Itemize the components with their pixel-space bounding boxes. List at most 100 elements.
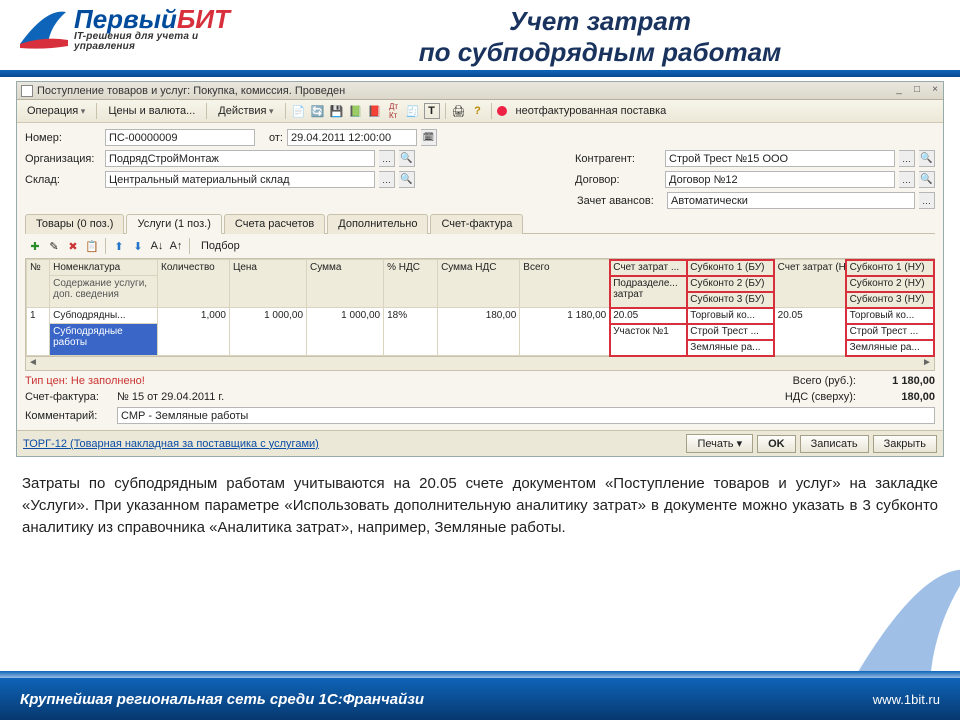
services-grid[interactable]: № Номенклатура Количество Цена Сумма % Н… [25,258,935,357]
total-value: 1 180,00 [859,375,935,387]
selected-cell[interactable]: Субподрядные работы [50,324,158,356]
date-input[interactable]: 29.04.2011 12:00:00 [287,129,417,146]
window-titlebar: Поступление товаров и услуг: Покупка, ко… [17,82,943,100]
operation-menu[interactable]: Операция [21,103,91,119]
footer-url: www.1bit.ru [873,692,940,707]
tab-additional[interactable]: Дополнительно [327,214,428,234]
total-label: Всего (руб.): [793,375,856,387]
org-lookup-icon[interactable]: 🔍 [399,150,415,167]
tool-icon-dkkt[interactable]: ДтКт [386,103,402,119]
col-sub-bu3[interactable]: Субконто 3 (БУ) [687,292,774,308]
col-nomen[interactable]: Номенклатура [50,260,158,276]
tool-icon-2[interactable]: 🔄 [310,103,326,119]
counterparty-select-button[interactable]: … [899,150,915,167]
tool-icon-t[interactable]: T [424,103,440,119]
tool-icon-print[interactable]: 🖨 [451,103,467,119]
save-button[interactable]: Записать [800,435,869,453]
advances-input[interactable]: Автоматически [667,192,915,209]
help-icon[interactable]: ? [470,103,486,119]
move-down-icon[interactable]: ⬇ [130,238,146,254]
maximize-button[interactable]: □ [909,84,925,98]
warehouse-label: Склад: [25,174,101,186]
counterparty-input[interactable]: Строй Трест №15 ООО [665,150,895,167]
org-select-button[interactable]: … [379,150,395,167]
col-qty[interactable]: Количество [158,260,230,308]
col-n[interactable]: № [27,260,50,308]
col-desc[interactable]: Содержание услуги, доп. сведения [50,276,158,308]
tool-icon-save[interactable]: 💾 [329,103,345,119]
bottom-bar: ТОРГ-12 (Товарная накладная за поставщик… [17,430,943,456]
contract-input[interactable]: Договор №12 [665,171,895,188]
edit-row-icon[interactable]: ✎ [46,238,62,254]
col-cost-acct[interactable]: Счет затрат ... [610,260,687,276]
logo-bit: БИТ [177,4,230,34]
grid-toolbar: ✚ ✎ ✖ 📋 ⬆ ⬇ A↓ A↑ Подбор [25,234,935,258]
warehouse-lookup-icon[interactable]: 🔍 [399,171,415,188]
tab-services[interactable]: Услуги (1 поз.) [126,214,221,234]
actions-menu[interactable]: Действия [212,103,279,119]
tabs: Товары (0 поз.) Услуги (1 поз.) Счета ра… [25,213,935,234]
col-vatsum[interactable]: Сумма НДС [438,260,520,308]
footer-text: Крупнейшая региональная сеть среди 1С:Фр… [20,691,424,708]
calendar-icon[interactable]: 🗓 [421,129,437,146]
warehouse-input[interactable]: Центральный материальный склад [105,171,375,188]
comment-input[interactable]: СМР - Земляные работы [117,407,935,424]
col-sub-nu1[interactable]: Субконто 1 (НУ) [846,260,933,276]
move-up-icon[interactable]: ⬆ [111,238,127,254]
tool-icon-struct[interactable]: 🧾 [405,103,421,119]
podbor-button[interactable]: Подбор [195,238,246,254]
tool-icon-1[interactable]: 📄 [291,103,307,119]
table-row: 1 Субподрядны... 1,000 1 000,00 1 000,00… [27,308,934,324]
col-sub-bu2[interactable]: Субконто 2 (БУ) [687,276,774,292]
tab-invoice[interactable]: Счет-фактура [430,214,523,234]
col-total[interactable]: Всего [520,260,610,308]
col-cost-acct-nu[interactable]: Счет затрат (НУ) [774,260,846,308]
brand-logo: ПервыйБИТ IT-решения для учета и управле… [18,6,258,52]
copy-row-icon[interactable]: 📋 [84,238,100,254]
prices-button[interactable]: Цены и валюта... [102,103,201,119]
delete-row-icon[interactable]: ✖ [65,238,81,254]
price-type-label: Тип цен: Не заполнено! [25,375,145,387]
tool-icon-unpost[interactable]: 📕 [367,103,383,119]
close-button[interactable]: × [927,84,943,98]
number-input[interactable]: ПС-00000009 [105,129,255,146]
col-sub-nu2[interactable]: Субконто 2 (НУ) [846,276,933,292]
org-label: Организация: [25,153,101,165]
col-sum[interactable]: Сумма [307,260,384,308]
advances-select-button[interactable]: … [919,192,935,209]
tab-accounts[interactable]: Счета расчетов [224,214,325,234]
col-division[interactable]: Подразделе... затрат [610,276,687,308]
contract-label: Договор: [575,174,661,186]
window-title: Поступление товаров и услуг: Покупка, ко… [37,85,889,97]
col-sub-nu3[interactable]: Субконто 3 (НУ) [846,292,933,308]
contract-lookup-icon[interactable]: 🔍 [919,171,935,188]
warehouse-select-button[interactable]: … [379,171,395,188]
col-price[interactable]: Цена [229,260,306,308]
org-input[interactable]: ПодрядСтройМонтаж [105,150,375,167]
invoice-label: Счет-фактура: [25,391,117,403]
tab-goods[interactable]: Товары (0 поз.) [25,214,124,234]
grid-scrollbar[interactable]: ◄► [25,357,935,371]
sort-asc-icon[interactable]: A↓ [149,238,165,254]
print-button[interactable]: Печать ▾ [686,434,753,453]
tool-icon-post[interactable]: 📗 [348,103,364,119]
unbilled-button[interactable]: неотфактурованная поставка [510,103,673,119]
add-row-icon[interactable]: ✚ [27,238,43,254]
logo-first: Первый [74,4,177,34]
advances-label: Зачет авансов: [577,195,663,207]
torg-link[interactable]: ТОРГ-12 (Товарная накладная за поставщик… [23,438,319,450]
invoice-value: № 15 от 29.04.2011 г. [117,391,224,403]
sort-desc-icon[interactable]: A↑ [168,238,184,254]
counterparty-lookup-icon[interactable]: 🔍 [919,150,935,167]
footer-stripe [0,671,960,678]
close-form-button[interactable]: Закрыть [873,435,937,453]
contract-select-button[interactable]: … [899,171,915,188]
ok-button[interactable]: OK [757,435,796,453]
logo-tagline: IT-решения для учета и управления [74,32,258,52]
col-sub-bu1[interactable]: Субконто 1 (БУ) [687,260,774,276]
footer-bar: Крупнейшая региональная сеть среди 1С:Фр… [0,678,960,720]
col-vatpct[interactable]: % НДС [384,260,438,308]
header-divider [0,70,960,77]
minimize-button[interactable]: _ [891,84,907,98]
number-label: Номер: [25,132,101,144]
